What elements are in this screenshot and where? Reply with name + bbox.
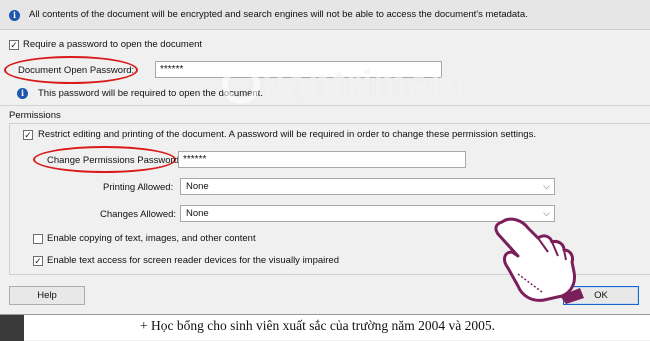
info-icon: i — [17, 88, 28, 99]
watermark-text: uantrimang — [262, 64, 479, 106]
printing-allowed-value: None — [186, 181, 209, 192]
document-edge — [0, 315, 24, 341]
enable-screen-reader-label: Enable text access for screen reader dev… — [47, 255, 339, 266]
restrict-editing-label: Restrict editing and printing of the doc… — [38, 129, 536, 140]
require-password-label: Require a password to open the document — [23, 39, 203, 50]
pointing-hand-icon — [494, 217, 584, 304]
restrict-editing-checkbox[interactable]: ✓ — [23, 130, 33, 140]
change-permissions-password-input[interactable]: ****** — [178, 151, 466, 168]
require-password-checkbox[interactable]: ✓ — [9, 40, 19, 50]
info-icon: i — [9, 10, 20, 21]
encryption-info-text: All contents of the document will be enc… — [29, 9, 528, 20]
changes-allowed-value: None — [186, 208, 209, 219]
enable-copying-checkbox[interactable] — [33, 234, 43, 244]
watermark-logo-icon — [222, 66, 260, 104]
document-open-password-label: Document Open Password: — [18, 65, 135, 76]
chevron-down-icon: ⌵ — [543, 181, 550, 191]
permissions-group-label: Permissions — [9, 110, 61, 121]
printing-allowed-label: Printing Allowed: — [103, 182, 174, 193]
document-text-line: + Học bổng cho sinh viên xuất sắc của tr… — [140, 318, 495, 333]
enable-copying-label: Enable copying of text, images, and othe… — [47, 233, 256, 244]
changes-allowed-label: Changes Allowed: — [100, 209, 177, 220]
enable-screen-reader-checkbox[interactable]: ✓ — [33, 256, 43, 266]
help-button[interactable]: Help — [9, 286, 85, 305]
printing-allowed-select[interactable]: None ⌵ — [180, 178, 555, 195]
change-permissions-password-label: Change Permissions Password: — [47, 155, 182, 166]
